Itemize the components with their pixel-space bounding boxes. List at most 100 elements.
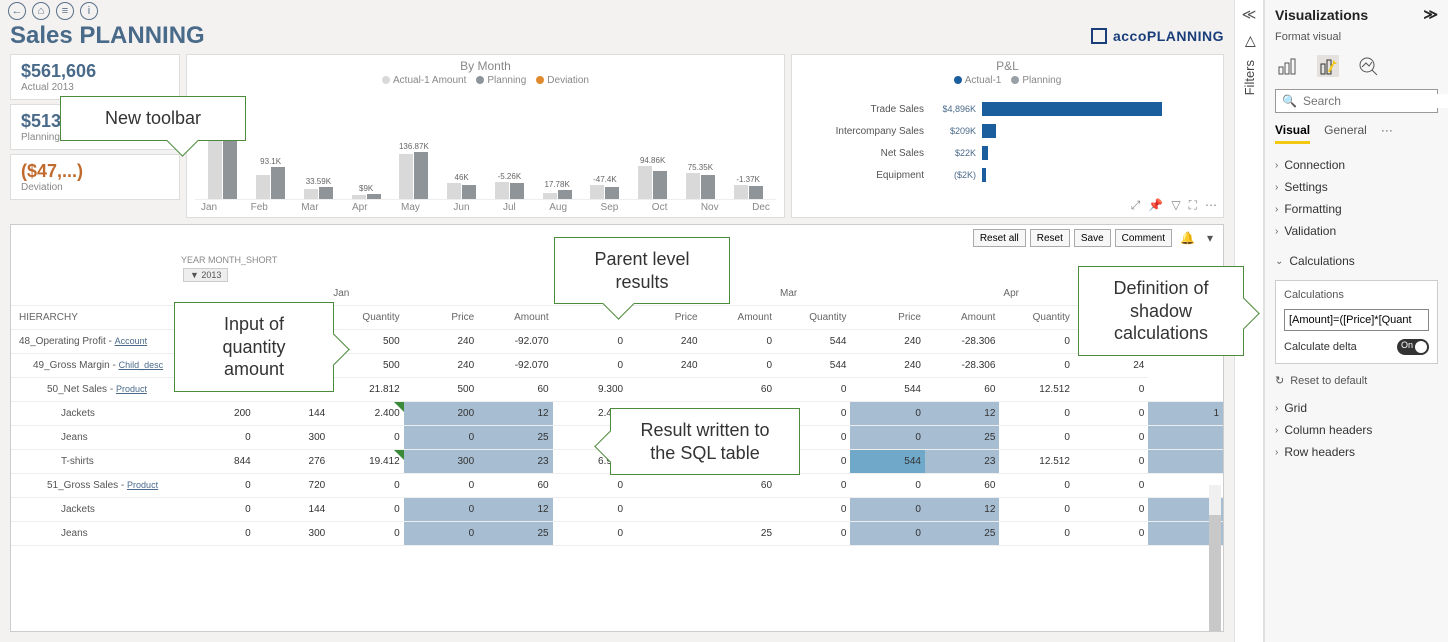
grid-cell[interactable]: 300 [404, 450, 478, 474]
grid-cell: 0 [1074, 498, 1148, 522]
search-icon: 🔍 [1282, 94, 1297, 108]
pin-icon[interactable]: 📌 [1148, 198, 1163, 213]
home-icon[interactable]: ⌂ [32, 2, 50, 20]
by-month-chart: By Month Actual-1 AmountPlanningDeviatio… [186, 54, 785, 218]
month-col-Feb: 93.1K [249, 90, 293, 199]
grid-cell[interactable]: 0 [850, 402, 924, 426]
grid-cell [627, 474, 701, 498]
grid-cell: 240 [627, 354, 701, 378]
grid-cell[interactable]: 23 [478, 450, 552, 474]
filters-speaker-icon[interactable]: ▷ [1241, 36, 1258, 47]
expand-filters-icon[interactable]: ≪ [1242, 6, 1257, 23]
grid-cell[interactable]: 12 [478, 402, 552, 426]
month-col-Mar: 33.59K [297, 90, 341, 199]
grid-cell[interactable]: 12 [478, 498, 552, 522]
drill-icon[interactable]: ⤢ [1131, 198, 1141, 213]
pnl-legend: Actual-1Planning [800, 75, 1215, 86]
grid-cell: 12.512 [999, 450, 1073, 474]
grid-cell: 0 [553, 330, 627, 354]
grid-cell: 0 [180, 498, 254, 522]
grid-cell[interactable]: 12 [925, 402, 999, 426]
year-chip[interactable]: ▼ 2013 [183, 268, 228, 282]
grid-cell: 0 [702, 330, 776, 354]
grid-cell: 19.412 [329, 450, 403, 474]
grid-cell[interactable]: 0 [404, 522, 478, 546]
grid-cell [627, 498, 701, 522]
grid-cell: 144 [255, 402, 329, 426]
section-validation[interactable]: ›Validation [1275, 220, 1438, 242]
comment-button[interactable]: Comment [1115, 229, 1172, 247]
brand-icon [1091, 28, 1107, 44]
filter-icon[interactable]: ▽ [1171, 198, 1180, 213]
table-row[interactable]: Jackets014400120001200 [11, 498, 1223, 522]
grid-cell: 0 [329, 426, 403, 450]
grid-cell[interactable]: 25 [478, 522, 552, 546]
save-button[interactable]: Save [1074, 229, 1111, 247]
grid-cell [1148, 378, 1223, 402]
kpi-value: $561,606 [21, 61, 169, 82]
grid-cell: 0 [776, 498, 850, 522]
section-calculations[interactable]: ⌄Calculations [1275, 250, 1438, 272]
section-connection[interactable]: ›Connection [1275, 154, 1438, 176]
back-icon[interactable]: ← [8, 2, 26, 20]
grid-cell[interactable]: 25 [925, 522, 999, 546]
focus-icon[interactable]: ⛶ [1189, 198, 1197, 213]
grid-cell: 25 [702, 522, 776, 546]
by-month-legend: Actual-1 AmountPlanningDeviation [195, 75, 776, 86]
grid-cell: 0 [850, 474, 924, 498]
build-visual-icon[interactable] [1277, 55, 1299, 77]
grid-cell: 0 [329, 498, 403, 522]
reset-to-default[interactable]: ↻Reset to default [1275, 372, 1438, 389]
grid-cell[interactable]: 0 [404, 498, 478, 522]
calc-formula-input[interactable] [1284, 309, 1429, 331]
table-row[interactable]: Jeans030000250250025002 [11, 522, 1223, 546]
grid-cell[interactable]: 0 [850, 522, 924, 546]
section-row-headers[interactable]: ›Row headers [1275, 441, 1438, 463]
tab-more[interactable]: ··· [1381, 123, 1393, 144]
menu-icon[interactable]: ≡ [56, 2, 74, 20]
grid-cell[interactable]: 1 [1148, 402, 1223, 426]
grid-cell: 0 [180, 522, 254, 546]
grid-cell[interactable] [1148, 450, 1223, 474]
section-column-headers[interactable]: ›Column headers [1275, 419, 1438, 441]
section-settings[interactable]: ›Settings [1275, 176, 1438, 198]
grid-cell: 0 [999, 330, 1073, 354]
format-search[interactable]: 🔍 [1275, 89, 1438, 113]
grid-cell: 24 [1074, 354, 1148, 378]
grid-cell[interactable]: 544 [850, 450, 924, 474]
grid-cell: 0 [702, 354, 776, 378]
grid-scrollbar[interactable] [1209, 485, 1221, 621]
reset-button[interactable]: Reset [1030, 229, 1070, 247]
grid-cell[interactable] [1148, 426, 1223, 450]
grid-cell[interactable]: 200 [404, 402, 478, 426]
grid-cell: 300 [255, 426, 329, 450]
more-icon[interactable]: ⋯ [1205, 198, 1217, 213]
grid-cell: 0 [180, 426, 254, 450]
grid-cell[interactable]: 25 [478, 426, 552, 450]
tab-visual[interactable]: Visual [1275, 123, 1310, 144]
calc-label: Calculations [1284, 289, 1429, 301]
grid-cell[interactable]: 23 [925, 450, 999, 474]
grid-cell: 0 [180, 474, 254, 498]
format-visual-icon[interactable] [1317, 55, 1339, 77]
delta-toggle[interactable]: On [1397, 339, 1429, 355]
grid-cell: 0 [404, 474, 478, 498]
collapse-viz-icon[interactable]: ≫ [1423, 6, 1438, 23]
bell-icon[interactable]: 🔔 [1176, 229, 1199, 247]
grid-cell: 0 [553, 474, 627, 498]
chevron-down-icon[interactable]: ▾ [1203, 229, 1217, 247]
grid-cell[interactable]: 0 [850, 498, 924, 522]
section-grid[interactable]: ›Grid [1275, 397, 1438, 419]
info-icon[interactable]: i [80, 2, 98, 20]
table-row[interactable]: 51_Gross Sales - Product0720006006000600… [11, 474, 1223, 498]
grid-cell[interactable]: 0 [404, 426, 478, 450]
analytics-icon[interactable] [1357, 55, 1379, 77]
section-formatting[interactable]: ›Formatting [1275, 198, 1438, 220]
grid-cell[interactable]: 0 [850, 426, 924, 450]
grid-cell[interactable]: 25 [925, 426, 999, 450]
reset-all-button[interactable]: Reset all [973, 229, 1026, 247]
search-input[interactable] [1303, 94, 1448, 108]
grid-cell[interactable]: 12 [925, 498, 999, 522]
grid-cell: 544 [850, 378, 924, 402]
tab-general[interactable]: General [1324, 123, 1367, 144]
